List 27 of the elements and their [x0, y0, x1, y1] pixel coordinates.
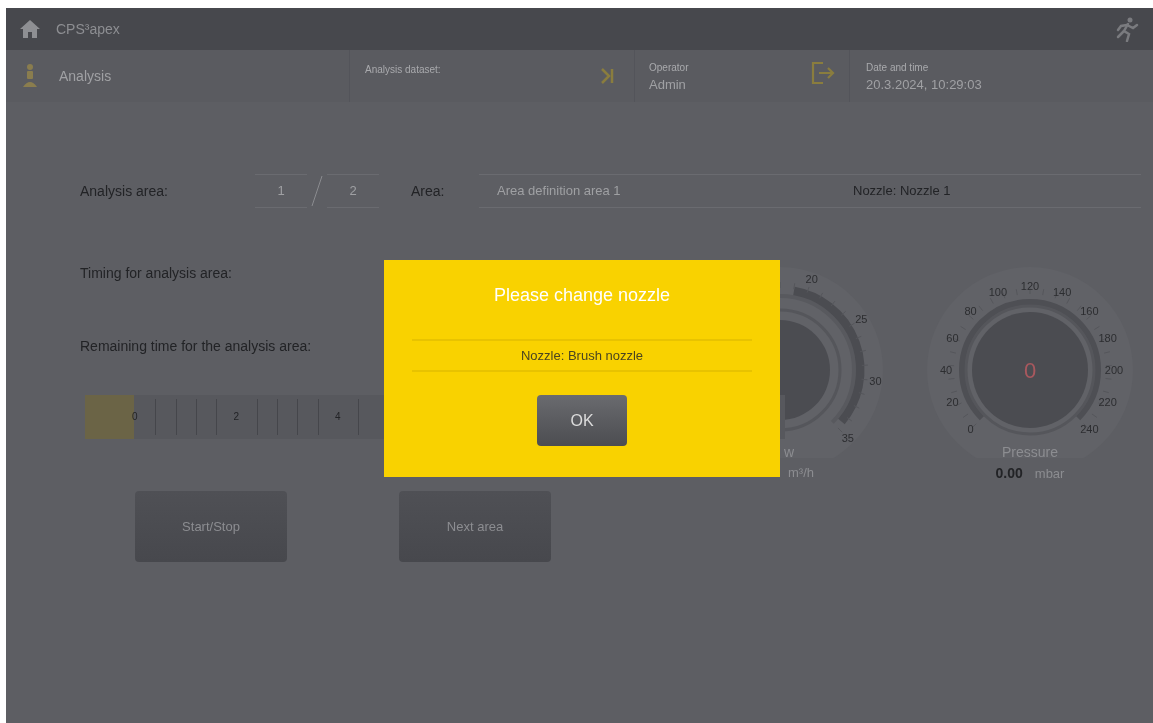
field-label: Area: [411, 181, 446, 201]
gauge-value: 0 [1023, 358, 1037, 383]
exit-icon[interactable] [811, 62, 835, 84]
dialog-title: Please change nozzle [493, 284, 671, 307]
operator-label: Operator [649, 61, 690, 75]
skip-to-end-icon[interactable] [600, 68, 614, 84]
datetime-label: Date and time [866, 61, 930, 75]
action-button[interactable]: Start/Stop [135, 491, 287, 562]
dialog-message: Nozzle: Brush nozzle [412, 339, 752, 372]
area-number-field[interactable]: 1 [255, 174, 307, 208]
gauge-tick-label: 160 [1080, 304, 1099, 317]
ok-button[interactable]: OK [537, 395, 627, 446]
figure-icon [21, 63, 39, 89]
field-label: Remaining time for the analysis area: [80, 337, 312, 356]
page-title: Analysis [59, 66, 113, 86]
app-title: CPS³apex [56, 19, 120, 39]
area-count-field[interactable]: 2 [327, 174, 379, 208]
datetime-value: 20.3.2024, 10:29:03 [866, 76, 982, 94]
operator-name: Admin [649, 76, 687, 94]
dataset-label: Analysis dataset: [365, 63, 442, 77]
field-label: Timing for analysis area: [80, 264, 232, 283]
area-field[interactable]: Area definition area 1 [479, 174, 839, 208]
gauge-reading: 0.00 [995, 464, 1023, 483]
home-icon[interactable] [20, 20, 40, 38]
field-label: Analysis area: [80, 181, 169, 201]
action-button[interactable]: Next area [399, 491, 551, 562]
nozzle-field: Nozzle: Nozzle 1 [839, 174, 1141, 208]
